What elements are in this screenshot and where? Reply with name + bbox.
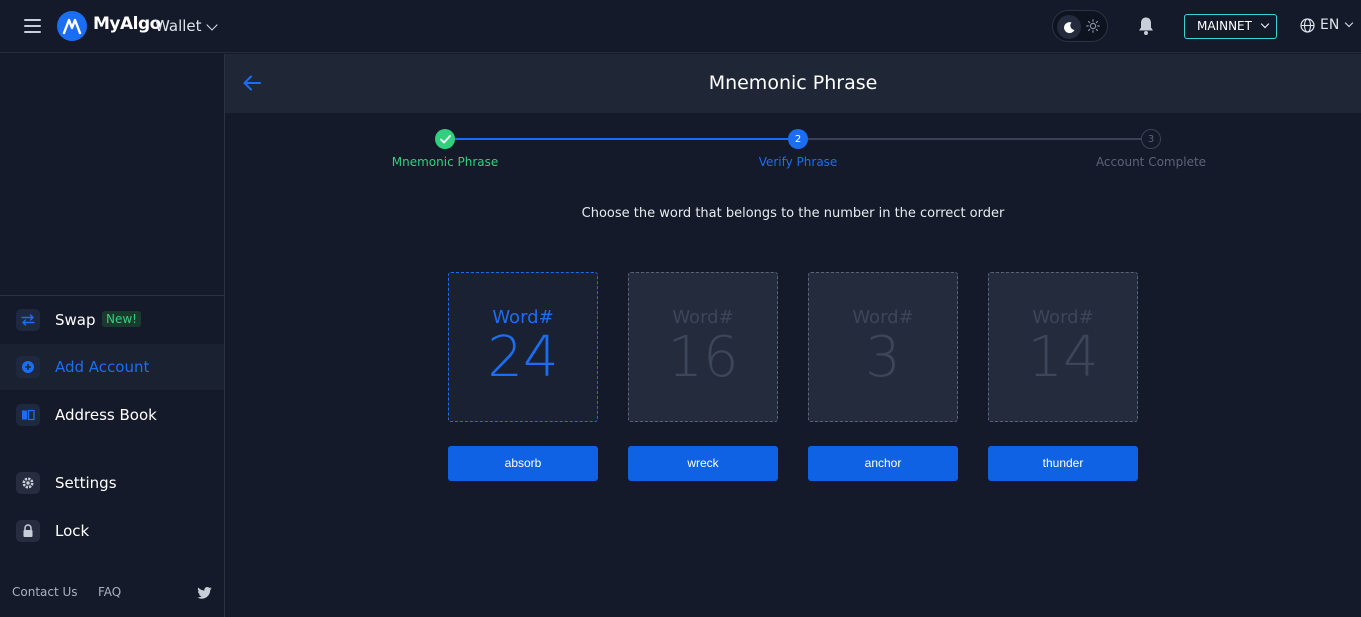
word-option-button[interactable]: wreck [628, 446, 778, 481]
chevron-down-icon[interactable] [1344, 18, 1354, 28]
step-number: 2 [788, 129, 808, 149]
sun-icon [1086, 19, 1100, 33]
word-option-button[interactable]: anchor [808, 446, 958, 481]
swap-icon [16, 309, 40, 331]
sidebar-item-address-book[interactable]: Address Book [0, 392, 224, 438]
sidebar: Swap New! Add Account Address Book Setti… [0, 54, 225, 617]
sidebar-item-lock[interactable]: Lock [0, 508, 224, 554]
gear-icon [16, 472, 40, 494]
word-option-button[interactable]: thunder [988, 446, 1138, 481]
instruction-text: Choose the word that belongs to the numb… [581, 206, 1005, 221]
sidebar-item-label: Address Book [55, 406, 157, 424]
stepper: Mnemonic Phrase 2 Verify Phrase 3 Accoun… [225, 113, 1361, 183]
word-card-active: Word# 24 [448, 272, 598, 422]
twitter-icon[interactable] [197, 587, 212, 599]
word-option-button[interactable]: absorb [448, 446, 598, 481]
sidebar-item-add-account[interactable]: Add Account [0, 344, 224, 390]
word-number: 24 [487, 325, 559, 390]
add-circle-icon [16, 356, 40, 378]
word-number: 3 [865, 325, 901, 390]
chevron-down-icon [1260, 19, 1270, 29]
step-number: 3 [1141, 129, 1161, 149]
top-bar: MyAlgo Wallet MAINNET EN [0, 0, 1361, 53]
sidebar-item-label: Settings [55, 474, 117, 492]
language-select[interactable]: EN [1320, 17, 1339, 33]
chevron-down-icon[interactable] [206, 19, 218, 31]
bell-icon[interactable] [1137, 16, 1155, 36]
menu-icon[interactable] [24, 19, 41, 33]
sidebar-item-swap[interactable]: Swap New! [0, 297, 224, 343]
step-label: Account Complete [1095, 155, 1207, 169]
word-number: 14 [1027, 325, 1099, 390]
word-card: Word# 3 [808, 272, 958, 422]
globe-icon[interactable] [1300, 18, 1315, 33]
step-connector [798, 138, 1150, 140]
network-label: MAINNET [1197, 19, 1252, 33]
brand-name: MyAlgo [93, 14, 161, 34]
theme-toggle[interactable] [1052, 10, 1108, 42]
sidebar-item-label: Add Account [55, 358, 150, 376]
sidebar-footer: Contact Us FAQ [0, 574, 224, 610]
word-number: 16 [667, 325, 739, 390]
faq-link[interactable]: FAQ [98, 585, 121, 599]
contact-us-link[interactable]: Contact Us [12, 585, 78, 599]
network-select[interactable]: MAINNET [1184, 14, 1277, 39]
moon-icon [1057, 15, 1081, 39]
brand-wallet-label[interactable]: Wallet [155, 17, 202, 35]
new-badge: New! [102, 311, 141, 327]
step-label: Verify Phrase [758, 155, 838, 169]
word-card: Word# 14 [988, 272, 1138, 422]
lock-icon [16, 520, 40, 542]
sidebar-item-label: Lock [55, 522, 90, 540]
page-header: Mnemonic Phrase [225, 54, 1361, 113]
sidebar-divider [0, 295, 224, 296]
page-title: Mnemonic Phrase [708, 72, 878, 94]
step-label: Mnemonic Phrase [391, 155, 499, 169]
step-connector [445, 138, 798, 140]
sidebar-item-settings[interactable]: Settings [0, 460, 224, 506]
myalgo-logo-icon [57, 11, 87, 41]
word-card: Word# 16 [628, 272, 778, 422]
book-icon [16, 404, 40, 426]
step-complete-check-icon [435, 129, 455, 149]
sidebar-item-label: Swap [55, 311, 96, 329]
